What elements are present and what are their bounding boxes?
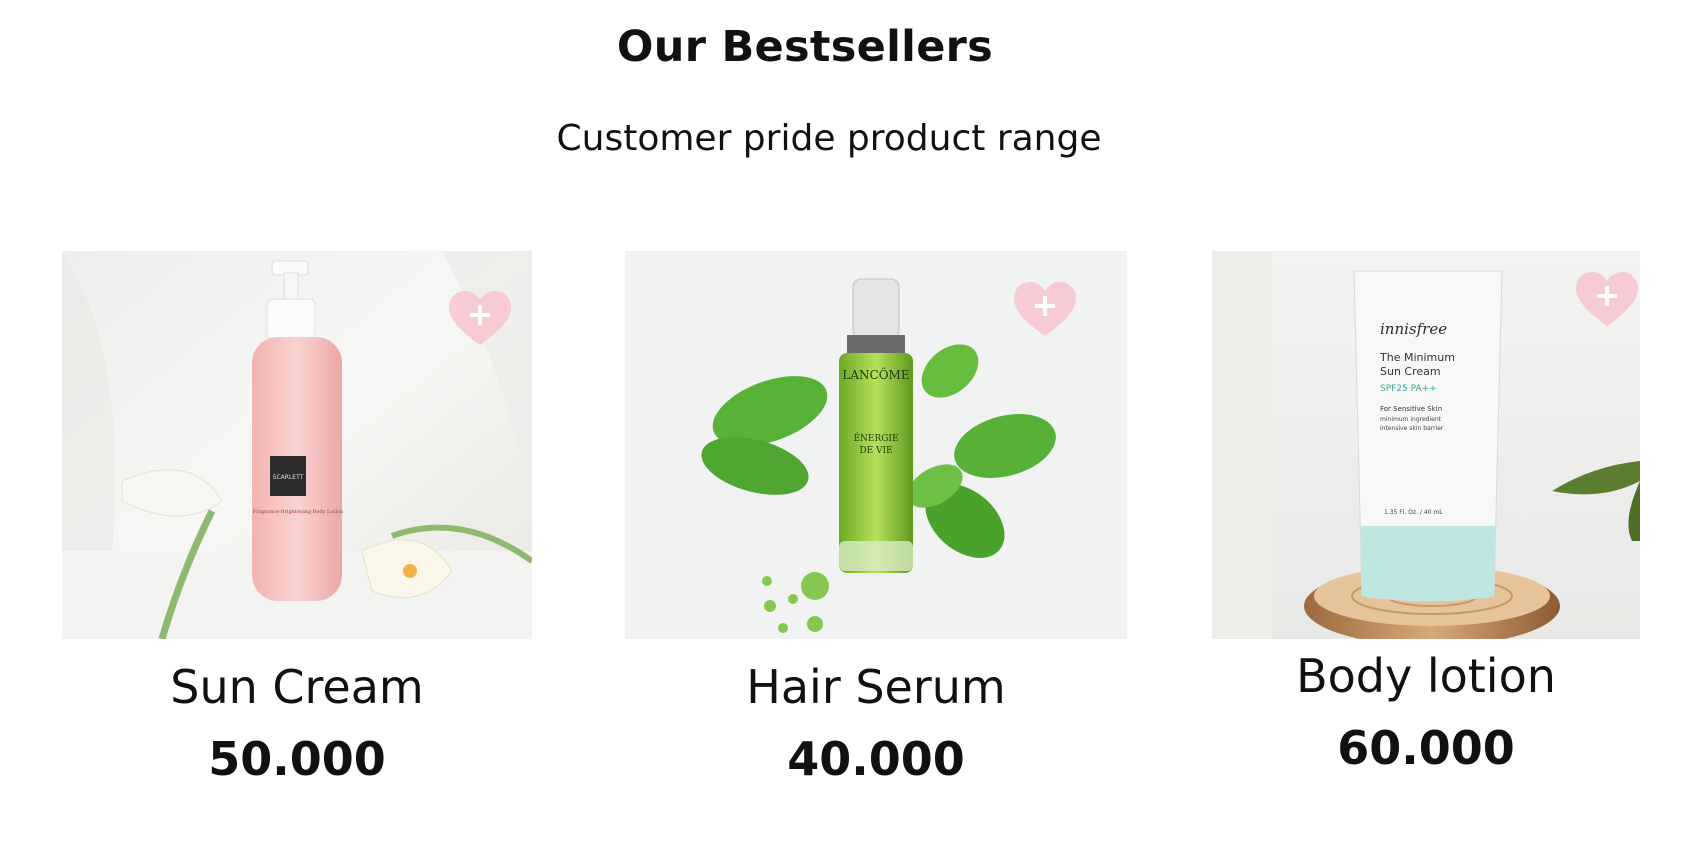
product-name[interactable]: Sun Cream [62,660,532,714]
bottle-brand-text: SCARLETT [273,474,304,481]
product-name[interactable]: Body lotion [1212,649,1640,703]
bottle-label-text: DE VIE [859,446,892,456]
section-subtitle: Customer pride product range [556,118,1102,159]
tube-label-text: intensive skin barrier [1380,425,1444,432]
tube-label-text: The Minimum [1379,351,1455,364]
tube-brand-text: innisfree [1380,320,1447,338]
tube-label-text: Sun Cream [1380,365,1441,378]
section-title: Our Bestsellers [616,22,994,72]
add-to-wishlist-button[interactable] [449,291,511,347]
product-name[interactable]: Hair Serum [625,660,1127,714]
product-image[interactable]: LANCÔME ÉNERGIE DE VIE [625,251,1127,639]
product-image[interactable]: SCARLETT Fragrance Brightening Body Loti… [62,251,532,639]
bottle-label-text: Fragrance Brightening Body Lotion [253,509,344,515]
add-to-wishlist-button[interactable] [1576,272,1638,328]
bottle-brand-text: LANCÔME [842,366,909,382]
tube-label-text: minimum ingredient [1380,416,1442,423]
tube-label-text: 1.35 Fl. Oz. / 40 mL [1384,509,1443,516]
add-to-wishlist-button[interactable] [1014,282,1076,338]
product-price: 50.000 [208,732,386,786]
heart-plus-icon [449,291,511,345]
heart-plus-icon [1014,282,1076,336]
product-price: 40.000 [787,732,965,786]
product-card[interactable]: LANCÔME ÉNERGIE DE VIE Hair Serum 40.000 [625,251,1127,786]
tube-label-text: SPF25 PA++ [1380,384,1437,394]
product-card[interactable]: SCARLETT Fragrance Brightening Body Loti… [62,251,532,786]
bottle-label-text: ÉNERGIE [853,432,898,444]
product-price: 60.000 [1337,721,1515,775]
product-card[interactable]: innisfree The Minimum Sun Cream SPF25 PA… [1212,251,1640,775]
product-image[interactable]: innisfree The Minimum Sun Cream SPF25 PA… [1212,251,1640,639]
tube-label-text: For Sensitive Skin [1380,405,1442,413]
heart-plus-icon [1576,272,1638,326]
